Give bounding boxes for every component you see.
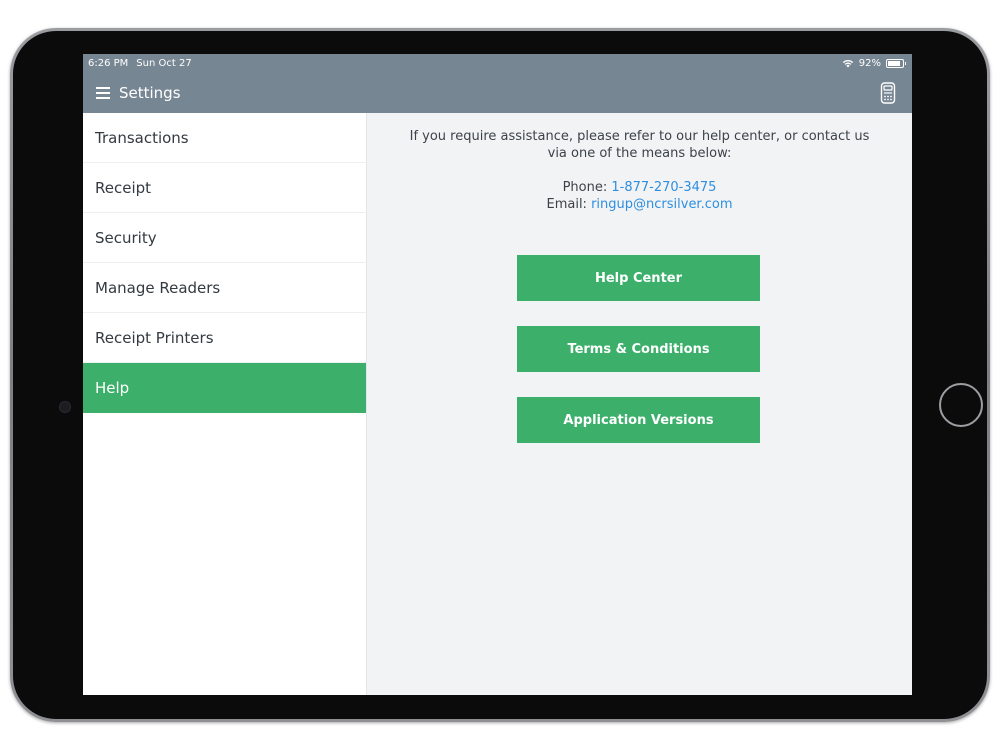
sidebar-item-receipt[interactable]: Receipt [83, 163, 366, 213]
sidebar-item-label: Transactions [95, 128, 189, 147]
help-intro-text: If you require assistance, please refer … [409, 129, 870, 161]
app-screen: 6:26 PM Sun Oct 27 92% Settings Transact… [83, 54, 912, 695]
card-reader-icon[interactable] [880, 81, 896, 104]
status-bar: 6:26 PM Sun Oct 27 92% [83, 54, 912, 72]
sidebar-item-receipt-printers[interactable]: Receipt Printers [83, 313, 366, 363]
help-panel: If you require assistance, please refer … [367, 113, 912, 695]
phone-label: Phone: [562, 180, 608, 195]
terms-conditions-button[interactable]: Terms & Conditions [517, 326, 760, 372]
sidebar-item-label: Receipt Printers [95, 328, 214, 347]
phone-link[interactable]: 1-877-270-3475 [611, 180, 716, 195]
camera-icon [59, 401, 71, 413]
page-title: Settings [119, 83, 181, 102]
sidebar-item-help[interactable]: Help [83, 363, 366, 413]
email-link[interactable]: ringup@ncrsilver.com [591, 197, 732, 212]
status-time: 6:26 PM [88, 57, 129, 69]
hamburger-menu-icon[interactable] [96, 86, 110, 99]
help-center-button[interactable]: Help Center [517, 255, 760, 301]
sidebar-item-label: Security [95, 228, 157, 247]
status-date: Sun Oct 27 [136, 57, 192, 69]
sidebar-item-label: Help [95, 378, 130, 397]
email-line: Email: ringup@ncrsilver.com [367, 196, 912, 213]
status-indicators: 92% [842, 58, 906, 69]
battery-percentage: 92% [858, 57, 881, 69]
battery-tip [905, 61, 906, 65]
contact-info: Phone: 1-877-270-3475 Email: ringup@ncrs… [367, 179, 912, 213]
settings-sidebar: Transactions Receipt Security Manage Rea… [83, 113, 367, 695]
sidebar-item-security[interactable]: Security [83, 213, 366, 263]
sidebar-item-manage-readers[interactable]: Manage Readers [83, 263, 366, 313]
wifi-icon [842, 59, 853, 67]
sidebar-item-label: Manage Readers [95, 278, 221, 297]
phone-line: Phone: 1-877-270-3475 [367, 179, 912, 196]
battery-icon [886, 58, 904, 68]
application-versions-button[interactable]: Application Versions [517, 397, 760, 443]
sidebar-item-transactions[interactable]: Transactions [83, 113, 366, 163]
email-label: Email: [546, 197, 587, 212]
sidebar-item-label: Receipt [95, 178, 152, 197]
top-navigation-bar: Settings [83, 72, 912, 113]
home-button[interactable] [939, 383, 983, 427]
